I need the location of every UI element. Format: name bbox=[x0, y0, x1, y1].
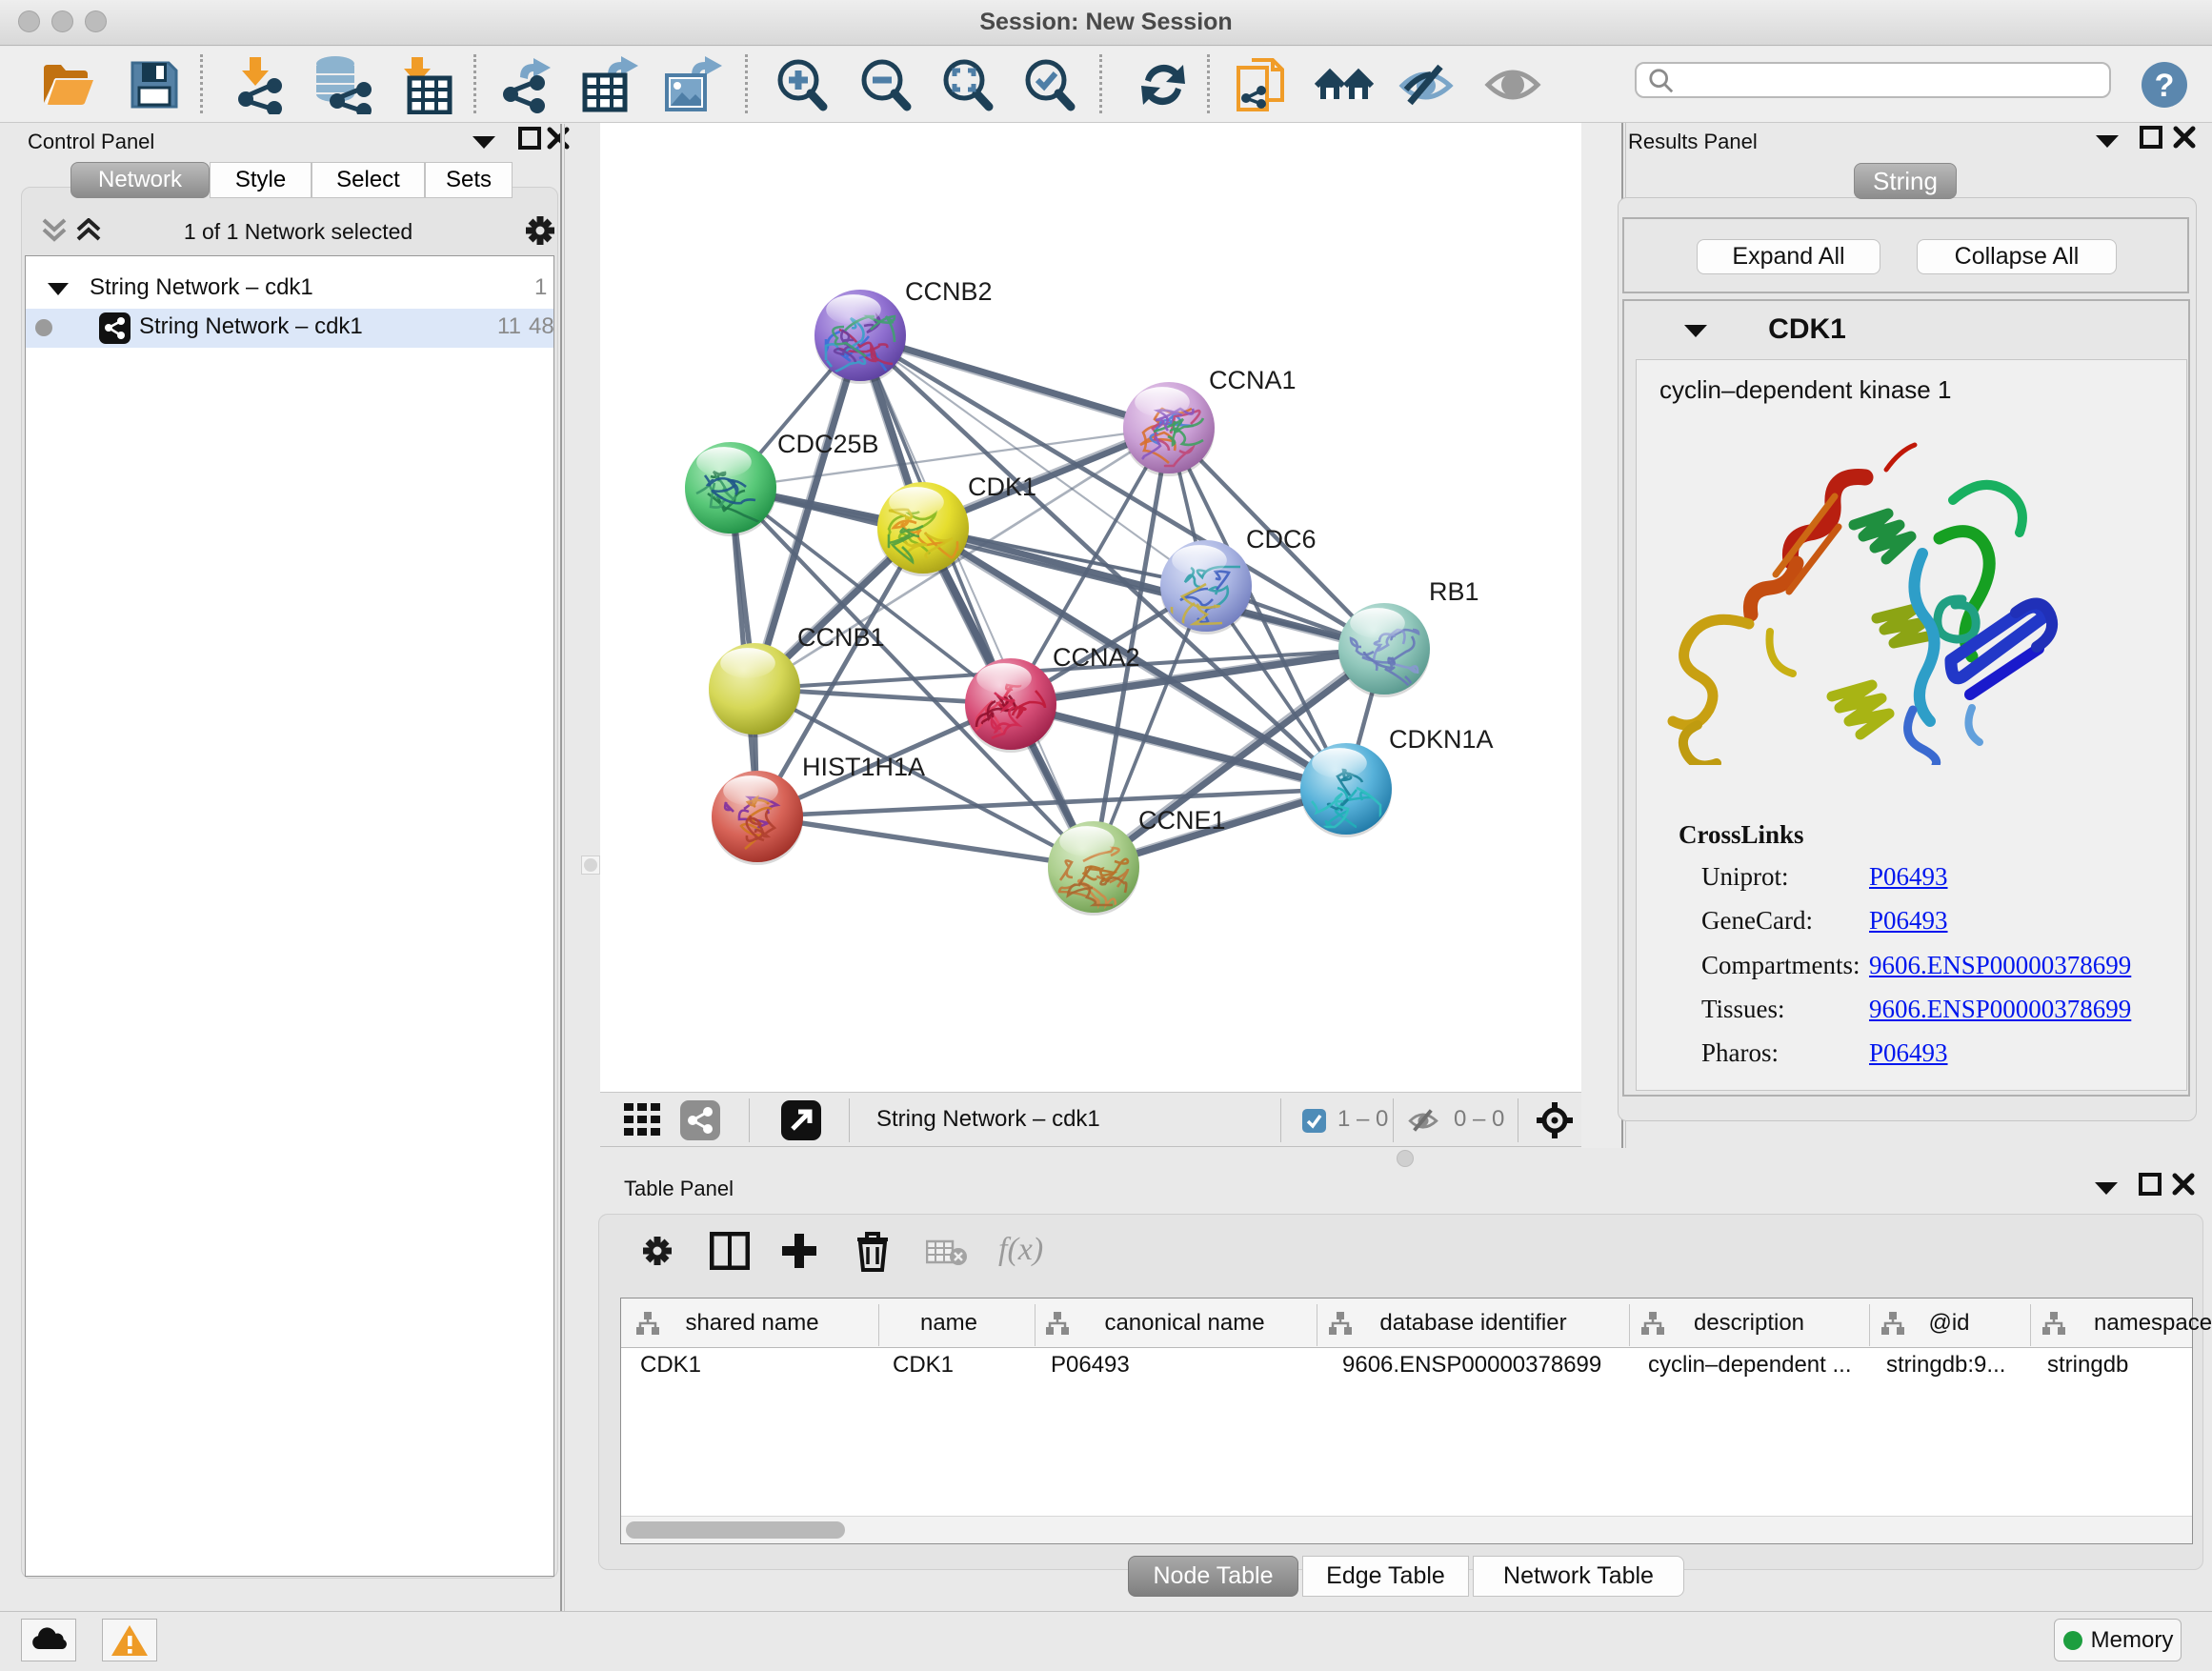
svg-text:?: ? bbox=[2155, 68, 2175, 104]
svg-text:CDC25B: CDC25B bbox=[777, 430, 879, 458]
svg-text:CDC6: CDC6 bbox=[1246, 525, 1317, 554]
svg-text:CCNE1: CCNE1 bbox=[1138, 806, 1226, 835]
svg-text:RB1: RB1 bbox=[1429, 577, 1479, 606]
svg-text:CCNA1: CCNA1 bbox=[1209, 366, 1297, 394]
svg-text:CDKN1A: CDKN1A bbox=[1389, 725, 1494, 754]
svg-text:CCNA2: CCNA2 bbox=[1053, 643, 1140, 672]
svg-text:HIST1H1A: HIST1H1A bbox=[802, 753, 925, 781]
svg-text:CCNB2: CCNB2 bbox=[905, 277, 993, 306]
svg-text:CDK1: CDK1 bbox=[968, 473, 1036, 501]
svg-text:CCNB1: CCNB1 bbox=[797, 623, 885, 652]
